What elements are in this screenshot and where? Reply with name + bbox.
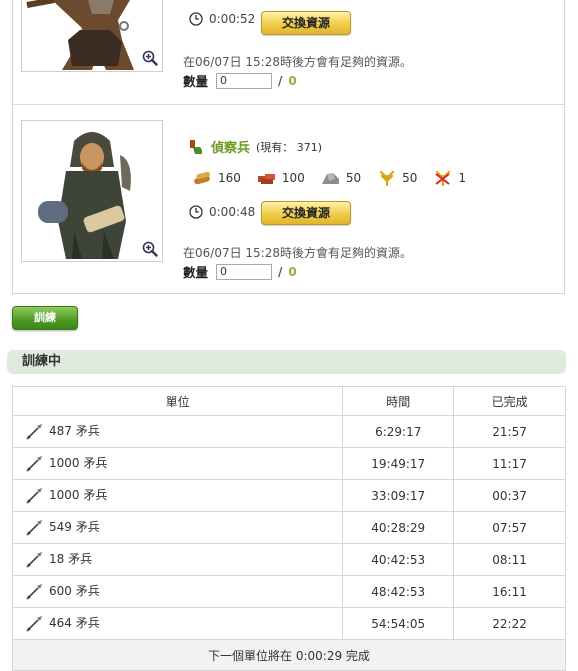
wood-icon: [194, 171, 210, 185]
done-cell: 11:17: [453, 447, 566, 480]
time-cell: 40:28:29: [342, 511, 455, 544]
scout-quantity-max[interactable]: 0: [288, 265, 296, 279]
spearman-icon: [26, 615, 42, 632]
done-cell: 07:57: [453, 511, 566, 544]
column-header-unit: 單位: [11, 386, 344, 416]
unit-count-label: 1000 矛兵: [49, 488, 108, 503]
done-cell: 21:57: [453, 415, 566, 448]
scout-cost-row: 160 100 50 50 1: [193, 170, 466, 186]
unit-cell: 1000 矛兵: [11, 479, 344, 512]
time-cell: 33:09:17: [342, 479, 455, 512]
scout-quantity-row: 數量 / 0: [183, 262, 297, 281]
upper-exchange-resources-button[interactable]: 交換資源: [261, 11, 351, 35]
unit-count-label: 600 矛兵: [49, 584, 100, 599]
clock-icon: [189, 12, 203, 26]
table-row: 600 矛兵 48:42:53 16:11: [11, 575, 566, 608]
scout-quantity-separator: /: [278, 264, 283, 279]
upper-quantity-row: 數量 / 0: [183, 71, 297, 90]
upper-quantity-max[interactable]: 0: [288, 74, 296, 88]
crop-consumption: 1: [433, 170, 466, 186]
iron-cost: 50: [321, 171, 361, 185]
table-row: 1000 矛兵 19:49:17 11:17: [11, 447, 566, 480]
unit-cell: 18 矛兵: [11, 543, 344, 576]
spearman-icon: [26, 455, 42, 472]
spearman-icon: [26, 519, 42, 536]
upper-quantity-separator: /: [278, 73, 283, 88]
iron-icon: [321, 173, 339, 184]
unit-cell: 487 矛兵: [11, 415, 344, 448]
crop-icon: [379, 170, 395, 186]
scout-availability-note: 在06/07日 15:28時後方會有足夠的資源。: [183, 246, 412, 260]
scout-training-time: 0:00:48: [189, 205, 255, 219]
column-header-done: 已完成: [453, 386, 566, 416]
time-cell: 48:42:53: [342, 575, 455, 608]
training-section-header: 訓練中: [7, 350, 566, 374]
scout-timer-text: 0:00:48: [209, 205, 256, 219]
upper-timer-text: 0:00:52: [209, 12, 256, 26]
unit-cell: 464 矛兵: [11, 607, 344, 640]
wood-cost: 160: [193, 171, 241, 185]
spearman-icon: [26, 487, 42, 504]
crop-consumption-value: 1: [458, 171, 467, 185]
crop-cost: 50: [377, 170, 417, 186]
table-header-row: 單位 時間 已完成: [11, 386, 566, 416]
zoom-icon[interactable]: [142, 50, 158, 66]
unit-cell: 549 矛兵: [11, 511, 344, 544]
clay-cost-value: 100: [281, 171, 305, 185]
iron-cost-value: 50: [345, 171, 362, 185]
clay-icon: [257, 174, 275, 184]
upper-training-time: 0:00:52: [189, 12, 255, 26]
table-row: 487 矛兵 6:29:17 21:57: [11, 415, 566, 448]
scout-existing-count: (現有： 371): [256, 140, 323, 154]
table-row: 464 矛兵 54:54:05 22:22: [11, 607, 566, 640]
unit-count-label: 464 矛兵: [49, 616, 100, 631]
time-cell: 54:54:05: [342, 607, 455, 640]
table-row: 18 矛兵 40:42:53 08:11: [11, 543, 566, 576]
clock-icon: [189, 205, 203, 219]
column-header-time: 時間: [342, 386, 455, 416]
done-cell: 22:22: [453, 607, 566, 640]
done-cell: 08:11: [453, 543, 566, 576]
unit-count-label: 549 矛兵: [49, 520, 100, 535]
scout-exchange-resources-button[interactable]: 交換資源: [261, 201, 351, 225]
time-cell: 40:42:53: [342, 543, 455, 576]
training-queue-table: 單位 時間 已完成 487 矛兵 6:29:17 21:57 1000 矛兵 19:49…: [11, 386, 566, 671]
scout-quantity-label: 數量: [183, 265, 209, 280]
wood-cost-value: 160: [218, 171, 241, 185]
crop-consumption-icon: [435, 170, 451, 186]
unit-count-label: 1000 矛兵: [49, 456, 108, 471]
crop-cost-value: 50: [402, 171, 418, 185]
table-row: 1000 矛兵 33:09:17 00:37: [11, 479, 566, 512]
scout-quantity-input[interactable]: [216, 263, 273, 280]
unit-cell: 1000 矛兵: [11, 447, 344, 480]
spearman-icon: [26, 423, 42, 440]
unit-cell: 600 矛兵: [11, 575, 344, 608]
done-cell: 00:37: [453, 479, 566, 512]
spearman-icon: [26, 551, 42, 568]
table-row: 549 矛兵 40:28:29 07:57: [11, 511, 566, 544]
unit-count-label: 18 矛兵: [49, 552, 93, 567]
scout-title-row: 偵察兵 (現有： 371): [187, 137, 322, 156]
upper-quantity-input[interactable]: [216, 72, 273, 89]
done-cell: 16:11: [453, 575, 566, 608]
spearman-icon: [26, 583, 42, 600]
time-cell: 19:49:17: [342, 447, 455, 480]
clay-cost: 100: [257, 171, 305, 185]
scout-name-link[interactable]: 偵察兵: [211, 137, 250, 156]
scout-image: [22, 121, 162, 261]
unit-divider: [13, 104, 564, 105]
unit-count-label: 487 矛兵: [49, 424, 100, 439]
scout-unit-icon: [190, 139, 202, 154]
train-button[interactable]: 訓練: [12, 306, 78, 330]
table-footer-row: 下一個單位將在 0:00:29 完成: [12, 639, 566, 671]
zoom-icon[interactable]: [142, 241, 158, 257]
upper-quantity-label: 數量: [183, 74, 209, 89]
upper-availability-note: 在06/07日 15:28時後方會有足夠的資源。: [183, 55, 412, 69]
next-unit-completion: 下一個單位將在 0:00:29 完成: [12, 639, 566, 671]
time-cell: 6:29:17: [342, 415, 455, 448]
